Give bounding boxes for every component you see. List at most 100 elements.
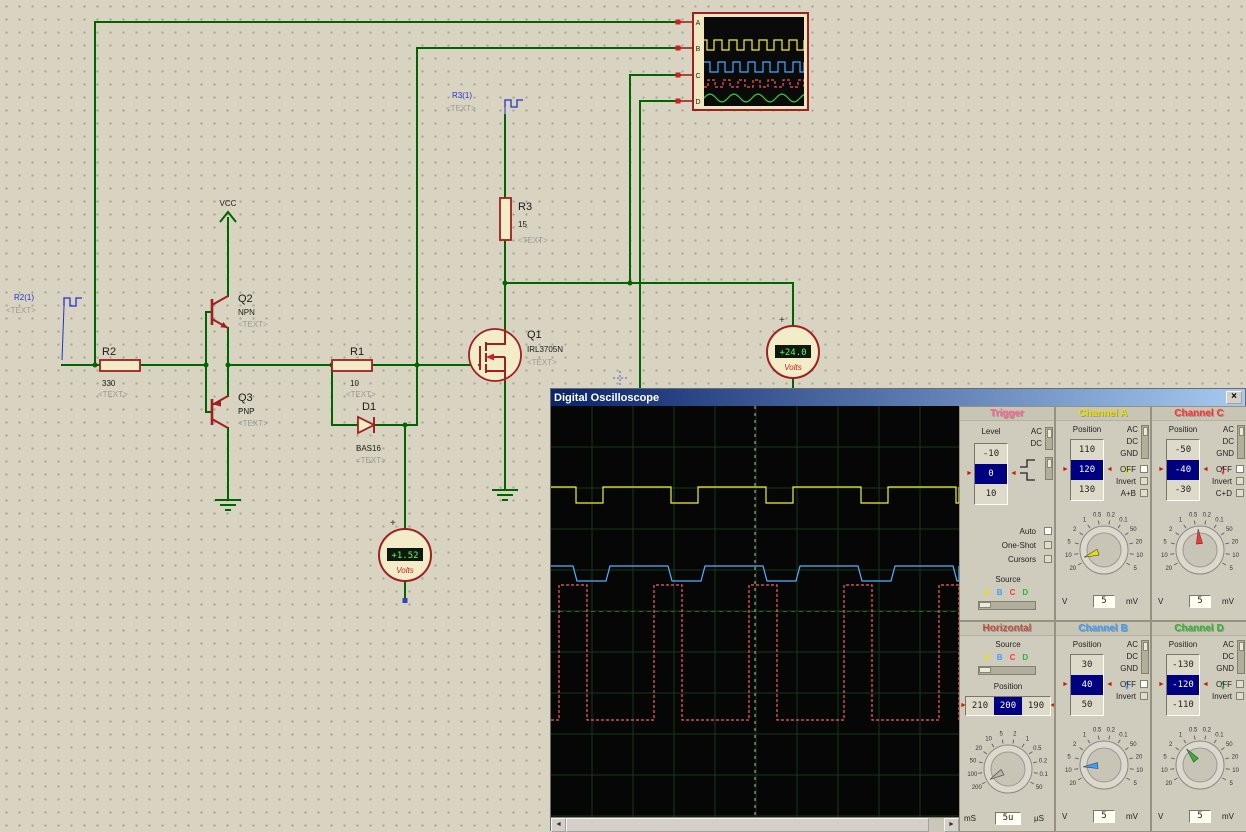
channel-c-gain-knob[interactable]: 20105210.50.20.15020105 [1152, 503, 1246, 593]
ac-switch[interactable]: AC [1108, 640, 1138, 649]
source-channel-d[interactable]: D [1022, 653, 1028, 662]
channel-b-section: Channel B Position 30 40 50 ► ◄ ▲▼ AC DC… [1055, 621, 1151, 832]
dc-switch[interactable]: DC [1108, 652, 1138, 661]
position-arrow-left-icon[interactable]: ► [960, 702, 967, 709]
svg-text:200: 200 [972, 785, 983, 791]
component-q1-mosfet[interactable]: Q1 IRL3705N <TEXT> [469, 329, 563, 381]
off-toggle[interactable]: OFF [1182, 680, 1232, 689]
svg-text:10: 10 [1065, 768, 1072, 774]
level-arrow-right-icon[interactable]: ◄ [1010, 470, 1017, 477]
horizontal-source-slider[interactable] [978, 666, 1036, 675]
trigger-ac-switch[interactable]: AC [1012, 427, 1042, 436]
invert-toggle[interactable]: Invert [1086, 692, 1136, 701]
c-plus-d-toggle[interactable]: C+D [1182, 489, 1232, 498]
component-r3[interactable]: R3 15 <TEXT> [500, 198, 548, 245]
channel-c-gain-value: 5 [1189, 595, 1211, 608]
svg-text:0.2: 0.2 [1203, 513, 1212, 519]
pin-a-label: A [696, 20, 701, 27]
source-channel-c[interactable]: C [1010, 653, 1016, 662]
off-toggle[interactable]: OFF [1182, 465, 1232, 474]
channel-a-gain-knob[interactable]: 20105210.50.20.15020105 [1056, 503, 1151, 593]
source-channel-d[interactable]: D [1022, 588, 1028, 597]
source-channel-b[interactable]: B [997, 588, 1003, 597]
gnd-switch[interactable]: GND [1204, 664, 1234, 673]
falling-edge-icon[interactable] [1020, 473, 1035, 480]
horizontal-position-list[interactable]: 210 200 190 [965, 696, 1051, 716]
oscilloscope-window: Digital Oscilloscope × ◄ ► Trigger Level… [550, 388, 1246, 831]
channel-d-gain-knob[interactable]: 20105210.50.20.15020105 [1152, 718, 1246, 808]
trigger-coupling-slider[interactable] [1045, 427, 1053, 450]
off-toggle[interactable]: OFF [1086, 680, 1136, 689]
trigger-edge-slider[interactable] [1045, 457, 1053, 480]
r1-value: 10 [350, 379, 359, 388]
channel-b-coupling-slider[interactable] [1141, 640, 1149, 674]
one-shot-button[interactable]: One-Shot [974, 541, 1036, 550]
channel-b-gain-knob[interactable]: 20105210.50.20.15020105 [1056, 718, 1151, 808]
component-q2[interactable]: Q2 NPN <TEXT> [212, 293, 268, 329]
scroll-left-button[interactable]: ◄ [551, 818, 566, 832]
svg-text:0.5: 0.5 [1033, 746, 1042, 752]
position-arrow-left-icon[interactable]: ► [1062, 681, 1069, 688]
trigger-source-slider[interactable] [978, 601, 1036, 610]
off-toggle[interactable]: OFF [1086, 465, 1136, 474]
q3-type: PNP [238, 407, 254, 416]
oscilloscope-component[interactable]: A B C D [676, 13, 809, 110]
gnd-switch[interactable]: GND [1204, 449, 1234, 458]
channel-d-section: Channel D Position -130 -120 -110 ► ◄ ▲▼… [1151, 621, 1246, 832]
gnd-switch[interactable]: GND [1108, 664, 1138, 673]
r3-text: <TEXT> [518, 236, 548, 245]
svg-text:20: 20 [1232, 540, 1239, 546]
scroll-thumb[interactable] [566, 818, 929, 832]
horizontal-scrollbar[interactable]: ◄ ► [551, 817, 959, 832]
channel-c-coupling-slider[interactable] [1237, 425, 1245, 459]
window-titlebar[interactable]: Digital Oscilloscope × [551, 389, 1245, 406]
timebase-knob[interactable]: 2001005020105210.50.20.150 [960, 722, 1055, 812]
a-plus-b-toggle[interactable]: A+B [1086, 489, 1136, 498]
voltage-probe-r2[interactable]: R2(1) <TEXT> [6, 293, 82, 360]
scroll-right-button[interactable]: ► [944, 818, 959, 832]
source-channel-c[interactable]: C [1010, 588, 1016, 597]
dc-switch[interactable]: DC [1204, 652, 1234, 661]
cursors-button[interactable]: Cursors [974, 555, 1036, 564]
pin-c-label: C [695, 73, 700, 80]
channel-b-header: Channel B [1056, 622, 1150, 636]
invert-toggle[interactable]: Invert [1182, 692, 1232, 701]
channel-a-coupling-slider[interactable] [1141, 425, 1149, 459]
close-button[interactable]: × [1226, 391, 1242, 404]
ac-switch[interactable]: AC [1204, 640, 1234, 649]
invert-toggle[interactable]: Invert [1086, 477, 1136, 486]
voltage-probe-r3[interactable]: R3(1) <TEXT> [446, 91, 523, 115]
auto-button[interactable]: Auto [974, 527, 1036, 536]
svg-text:1: 1 [1026, 737, 1030, 743]
svg-text:20: 20 [1136, 755, 1143, 761]
position-arrow-left-icon[interactable]: ► [1158, 466, 1165, 473]
trigger-level-list[interactable]: -10 0 10 [974, 443, 1008, 505]
position-arrow-left-icon[interactable]: ► [1062, 466, 1069, 473]
channel-b-gain-value: 5 [1093, 810, 1115, 823]
dc-switch[interactable]: DC [1108, 437, 1138, 446]
ac-switch[interactable]: AC [1108, 425, 1138, 434]
position-value: 110 [1071, 440, 1103, 460]
component-r1[interactable]: R1 10 <TEXT> [332, 346, 376, 399]
source-channel-b[interactable]: B [997, 653, 1003, 662]
component-r2[interactable]: R2 330 <TEXT> [98, 346, 140, 399]
channel-a-section: Channel A Position 110 120 130 ► ◄ ▲▼ AC… [1055, 406, 1151, 621]
unit-microseconds: µS [1034, 814, 1044, 823]
trigger-edge-selector[interactable] [1018, 457, 1038, 483]
component-q3[interactable]: Q3 PNP <TEXT> [212, 392, 268, 428]
invert-indicator [1140, 477, 1148, 485]
one-shot-indicator [1044, 541, 1052, 549]
invert-toggle[interactable]: Invert [1182, 477, 1232, 486]
control-panel: Trigger Level -10 0 10 ► ◄ AC DC Auto On… [959, 406, 1246, 832]
rising-edge-icon[interactable] [1020, 460, 1035, 467]
component-d1[interactable]: D1 BAS16 <TEXT> [356, 401, 386, 465]
source-channel-a[interactable]: A [984, 653, 990, 662]
channel-d-coupling-slider[interactable] [1237, 640, 1245, 674]
level-arrow-left-icon[interactable]: ► [966, 470, 973, 477]
position-arrow-left-icon[interactable]: ► [1158, 681, 1165, 688]
gnd-switch[interactable]: GND [1108, 449, 1138, 458]
dc-switch[interactable]: DC [1204, 437, 1234, 446]
trigger-dc-switch[interactable]: DC [1012, 439, 1042, 448]
ac-switch[interactable]: AC [1204, 425, 1234, 434]
source-channel-a[interactable]: A [984, 588, 990, 597]
